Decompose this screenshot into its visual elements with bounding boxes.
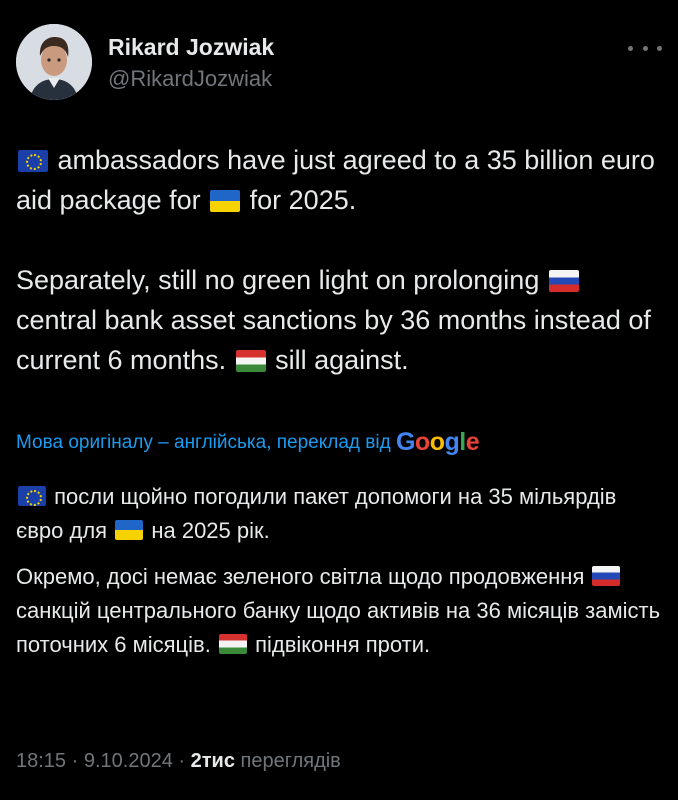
separator-dot: ·	[71, 750, 84, 772]
separator-dot: ·	[178, 750, 191, 772]
translated-text-segment: підвіконня проти.	[255, 632, 431, 657]
eu-flag-icon	[18, 150, 48, 172]
views-label: переглядів	[240, 750, 341, 772]
tweet-time[interactable]: 18:15	[16, 750, 66, 772]
hungary-flag-icon	[235, 350, 266, 372]
tweet-text: ambassadors have just agreed to a 35 bil…	[16, 140, 662, 380]
tweet-text-segment: Separately, still no green light on prol…	[16, 265, 540, 295]
more-horizontal-icon[interactable]	[628, 38, 662, 58]
views-count[interactable]: 2тис	[191, 750, 235, 772]
eu-flag-icon	[18, 486, 46, 506]
tweet-meta: 18:15 · 9.10.2024 · 2тис переглядів	[16, 750, 341, 773]
translation-attribution[interactable]: Мова оригіналу – англійська, переклад ві…	[16, 428, 480, 457]
ukraine-flag-icon	[210, 190, 241, 212]
tweet-header: Rikard Jozwiak @RikardJozwiak	[16, 24, 662, 104]
author-handle[interactable]: @RikardJozwiak	[108, 66, 272, 92]
tweet-date[interactable]: 9.10.2024	[84, 750, 173, 772]
russia-flag-icon	[548, 270, 579, 292]
hungary-flag-icon	[218, 634, 247, 654]
translated-paragraph-2: Окремо, досі немає зеленого світла щодо …	[16, 560, 662, 662]
translated-text-segment: Окремо, досі немає зеленого світла щодо …	[16, 564, 585, 589]
avatar[interactable]	[16, 24, 92, 100]
ukraine-flag-icon	[115, 520, 144, 540]
translated-text-segment: на 2025 рік.	[151, 518, 270, 543]
tweet-paragraph-1: ambassadors have just agreed to a 35 bil…	[16, 140, 662, 220]
translated-text-segment: посли щойно погодили пакет допомоги на 3…	[16, 484, 617, 543]
tweet-text-segment: sill against.	[275, 345, 409, 375]
google-logo: Google	[395, 428, 480, 456]
russia-flag-icon	[592, 566, 621, 586]
translated-paragraph-1: посли щойно погодили пакет допомоги на 3…	[16, 480, 662, 548]
author-name[interactable]: Rikard Jozwiak	[108, 34, 274, 61]
translated-text: посли щойно погодили пакет допомоги на 3…	[16, 480, 662, 662]
translation-label: Мова оригіналу – англійська, переклад ві…	[16, 432, 391, 453]
tweet-paragraph-2: Separately, still no green light on prol…	[16, 260, 662, 380]
tweet-text-segment: for 2025.	[249, 185, 357, 215]
